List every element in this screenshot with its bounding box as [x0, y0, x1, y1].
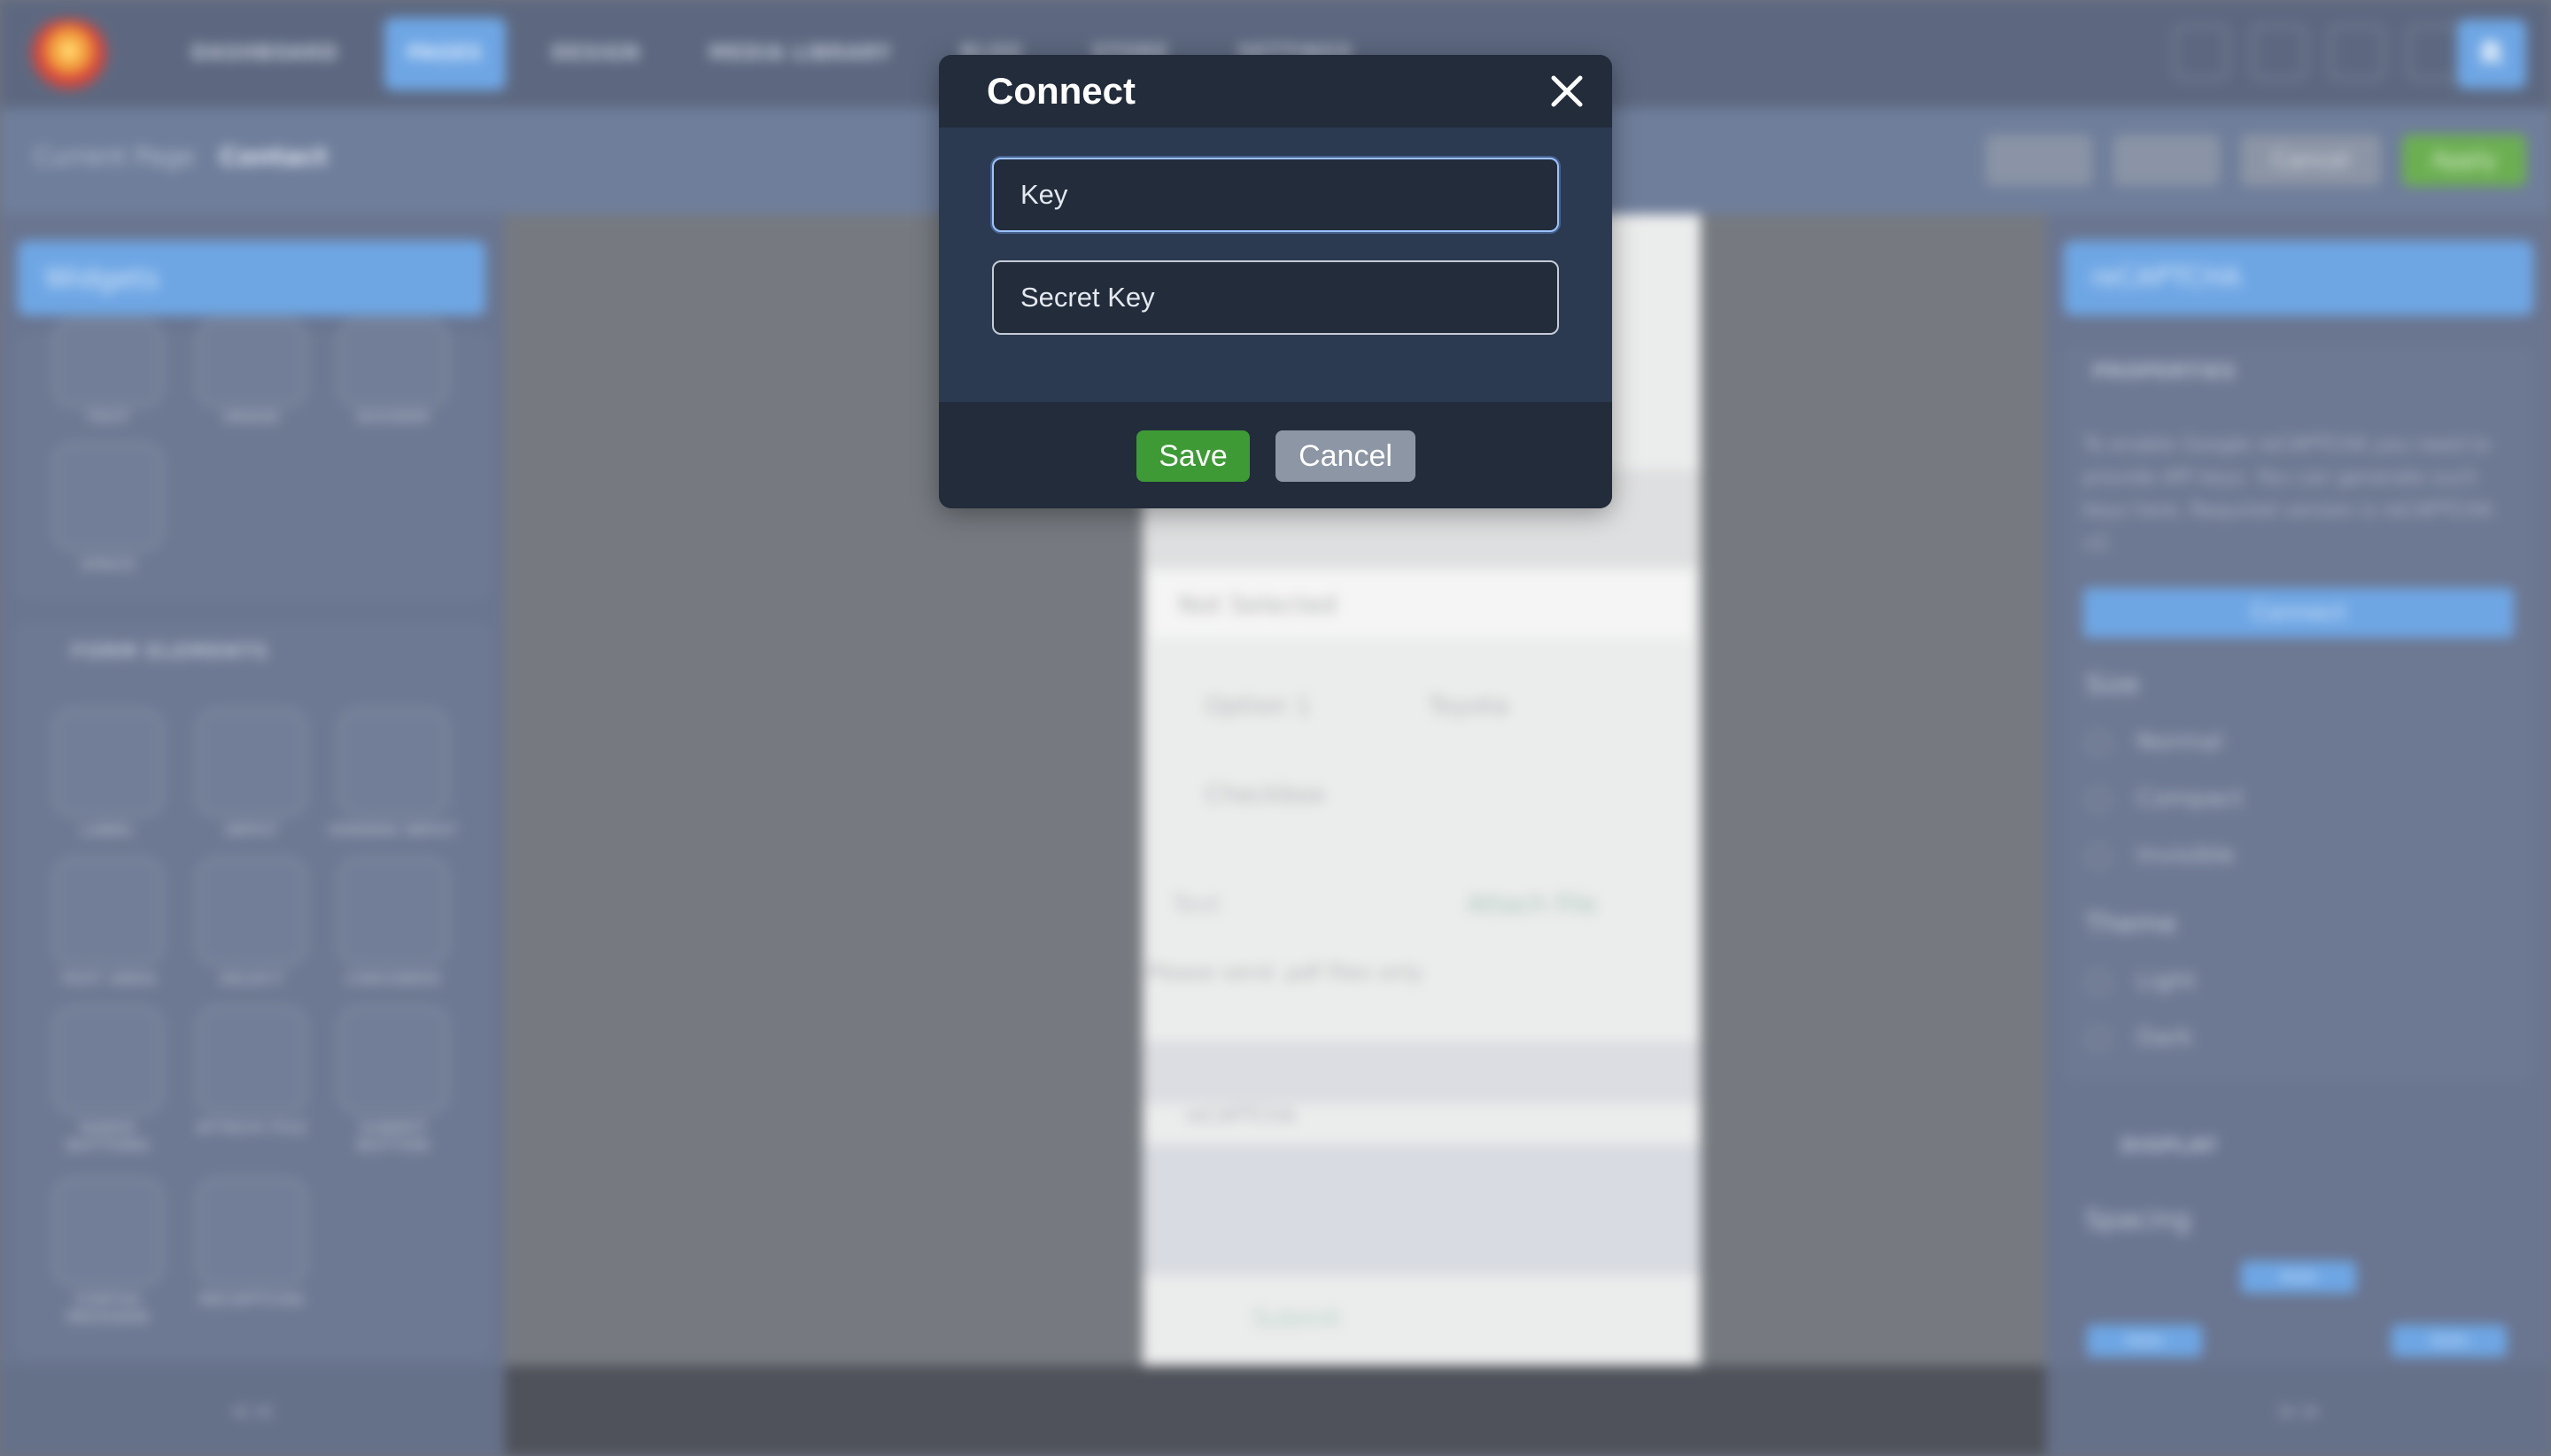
save-button[interactable]: Save [1136, 430, 1250, 482]
widget-text-tile[interactable] [53, 319, 163, 407]
recaptcha-description: To enable Google reCAPTCHA you need to p… [2083, 434, 2493, 554]
home-icon[interactable] [2252, 25, 2307, 80]
nav-pages[interactable]: PAGES [384, 18, 506, 90]
widget-image-label: IMAGE [222, 409, 281, 427]
page-radio-option-1[interactable]: Option 1 [1205, 691, 1311, 720]
widget-status-tile[interactable] [53, 1178, 163, 1286]
size-normal-radio[interactable] [2087, 732, 2110, 755]
widget-select-label: SELECT [219, 971, 284, 988]
spacing-label: Spacing [2085, 1204, 2191, 1235]
page-checkbox[interactable]: Checkbox [1205, 779, 1326, 809]
dialog-title: Connect [987, 70, 1136, 112]
size-label: Size [2085, 670, 2140, 701]
page-radio-option-2[interactable]: Toyota [1428, 691, 1508, 720]
tools-icon[interactable] [2330, 25, 2384, 80]
theme-light-radio[interactable] [2087, 971, 2110, 994]
form-elements-title[interactable]: FORM ELEMENTS [71, 641, 268, 663]
size-invisible-label: Invisible [2136, 841, 2236, 869]
connect-dialog: Connect Save Cancel [939, 55, 1612, 508]
page-actions: Cancel Apply [1986, 135, 2526, 186]
properties-panel-title: reCAPTCHA [2064, 241, 2533, 315]
widget-checkbox-tile[interactable] [338, 857, 448, 965]
dialog-header: Connect [939, 55, 1612, 128]
widget-divider-label: DIVIDER [356, 409, 430, 427]
widget-image-tile[interactable] [197, 319, 306, 407]
theme-light-label: Light [2136, 967, 2197, 995]
secret-key-input[interactable] [992, 260, 1559, 335]
cancel-button[interactable]: Cancel [1276, 430, 1415, 482]
nav-design[interactable]: DESIGN [529, 18, 663, 90]
expand-right-button[interactable]: >> [2046, 1366, 2551, 1456]
size-invisible-radio[interactable] [2087, 845, 2110, 868]
page-submit[interactable]: Submit [1252, 1304, 1340, 1333]
spacing-left[interactable]: Auto [2087, 1325, 2202, 1357]
widget-attach-tile[interactable] [197, 1006, 306, 1114]
widget-submit-tile[interactable] [338, 1006, 448, 1114]
widget-submit-label: SUBMIT BUTTON [356, 1119, 430, 1155]
undo-redo-icon[interactable] [2113, 135, 2220, 186]
user-avatar[interactable]: R [2457, 19, 2526, 89]
widget-space-label: SPACE [80, 556, 136, 574]
widget-radio-label: RADIO BUTTONS [66, 1119, 151, 1155]
widget-hidden-input-tile[interactable] [338, 709, 448, 817]
widget-hidden-input-label: HIDDEN INPUT [329, 822, 458, 840]
theme-dark-label: Dark [2136, 1024, 2194, 1051]
recaptcha-connect-button[interactable]: Connect [2083, 588, 2514, 638]
widget-divider-tile[interactable] [338, 319, 448, 407]
page-hint: Please send .pdf files only [1146, 960, 1423, 985]
collapse-left-button[interactable]: << [0, 1366, 505, 1456]
widget-label-label: LABEL [81, 822, 136, 840]
preview-icon[interactable] [2174, 25, 2229, 80]
spacing-right[interactable]: Auto [2392, 1325, 2507, 1357]
page-cancel-button[interactable]: Cancel [2241, 135, 2381, 186]
widget-textarea-label: TEXT AREA [59, 971, 157, 988]
theme-dark-radio[interactable] [2087, 1027, 2110, 1050]
toolbar-buttons [2174, 25, 2462, 80]
nav-media-library[interactable]: MEDIA LIBRARY [686, 18, 915, 90]
widget-status-label: STATUS MESSAGE [66, 1291, 151, 1327]
key-input[interactable] [992, 158, 1559, 232]
display-section-title[interactable]: DISPLAY [2121, 1135, 2218, 1158]
widget-space-tile[interactable] [53, 443, 163, 551]
logo-icon [32, 19, 106, 89]
size-compact-label: Compact [2136, 785, 2244, 812]
widget-recaptcha-label: RECAPTCHA [198, 1291, 305, 1309]
widget-label-tile[interactable] [53, 709, 163, 817]
widget-select-tile[interactable] [197, 857, 306, 965]
recaptcha-widget[interactable] [1143, 1144, 1701, 1275]
breadcrumb: Current Page Contact [34, 142, 328, 171]
page-select[interactable]: Not Selected [1151, 572, 1692, 638]
widget-checkbox-label: CHECKBOX [345, 971, 441, 988]
page-apply-button[interactable]: Apply [2402, 135, 2526, 186]
widget-recaptcha-tile[interactable] [197, 1178, 306, 1286]
widgets-panel-title: Widgets [18, 241, 485, 315]
widget-input-label: INPUT [224, 822, 279, 840]
breadcrumb-label: Current Page [34, 142, 195, 171]
widget-textarea-tile[interactable] [53, 857, 163, 965]
widget-attach-label: ATTACH FILE [196, 1119, 307, 1137]
spacing-top[interactable]: Auto [2241, 1261, 2356, 1293]
recaptcha-tag[interactable]: reCAPTCHA [1185, 1105, 1296, 1127]
recaptcha-band [1143, 1042, 1701, 1104]
device-toggle-icon[interactable] [1986, 135, 2092, 186]
page-text-field[interactable]: Text [1171, 889, 1221, 918]
widget-radio-tile[interactable] [53, 1006, 163, 1114]
close-icon[interactable] [1545, 69, 1589, 113]
theme-label: Theme [2085, 909, 2177, 940]
properties-title: PROPERTIES [2092, 361, 2237, 383]
size-compact-radio[interactable] [2087, 788, 2110, 811]
breadcrumb-current: Contact [219, 142, 328, 171]
page-attach-file[interactable]: Attach File [1467, 889, 1597, 918]
size-normal-label: Normal [2136, 728, 2223, 755]
widget-input-tile[interactable] [197, 709, 306, 817]
nav-dashboard[interactable]: DASHBOARD [168, 18, 361, 90]
help-icon[interactable] [2408, 25, 2462, 80]
widget-text-label: TEXT [86, 409, 130, 427]
